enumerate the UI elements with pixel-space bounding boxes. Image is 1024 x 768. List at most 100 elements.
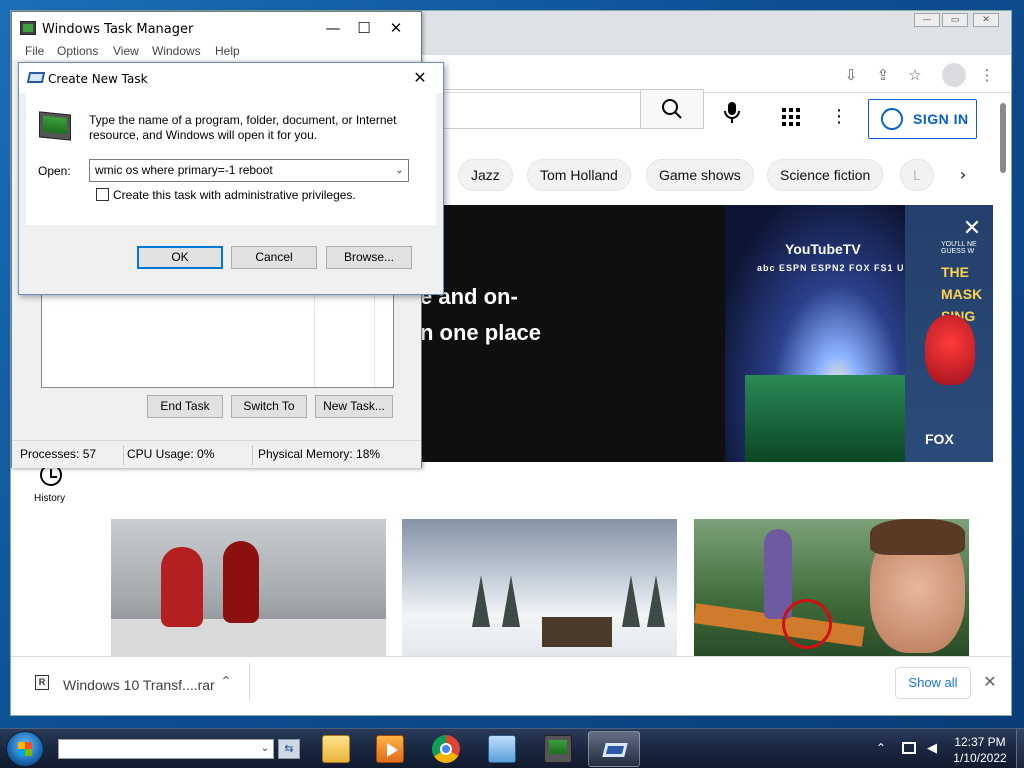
download-file-name[interactable]: Windows 10 Transf....rar: [63, 677, 215, 693]
share-icon[interactable]: ⇪: [873, 65, 893, 85]
minimize-button[interactable]: —: [318, 17, 348, 39]
folder-icon: [322, 735, 350, 763]
video-thumbnail[interactable]: [694, 519, 969, 657]
youtube-search-button[interactable]: [640, 89, 704, 129]
browse-button[interactable]: Browse...: [326, 246, 412, 269]
clock-time[interactable]: 12:37 PM: [950, 735, 1010, 749]
create-new-task-dialog: Create New Task ✕ Type the name of a pro…: [18, 62, 444, 295]
menu-help[interactable]: Help: [215, 44, 240, 58]
media-player-icon: [376, 735, 404, 763]
chevron-up-icon[interactable]: ⌃: [874, 741, 888, 757]
taskbar-app-chrome[interactable]: [420, 731, 472, 767]
taskbar-app-run-dialog[interactable]: [588, 731, 640, 767]
task-manager-titlebar[interactable]: Windows Task Manager — ☐ ✕: [12, 12, 421, 42]
clock-date[interactable]: 1/10/2022: [950, 751, 1010, 765]
task-manager-menubar: File Options View Windows Help: [12, 42, 421, 60]
menu-windows[interactable]: Windows: [152, 44, 201, 58]
youtube-tv-banner[interactable]: e and on- n one place YouTubeTV abc ESPN…: [420, 205, 993, 462]
open-command-input[interactable]: wmic os where primary=-1 reboot: [89, 159, 409, 182]
microphone-icon[interactable]: [719, 99, 745, 125]
install-app-icon[interactable]: ⇩: [841, 65, 861, 85]
browser-minimize-button[interactable]: —: [914, 13, 940, 27]
run-icon: [601, 736, 629, 764]
banner-close-icon[interactable]: ✕: [960, 217, 984, 241]
profile-avatar-icon[interactable]: [942, 63, 966, 87]
thumbnail-hair: [870, 519, 965, 555]
chevron-right-icon[interactable]: ›: [953, 165, 973, 185]
switch-to-button[interactable]: Switch To: [231, 395, 307, 418]
thumbnail-person: [764, 529, 792, 619]
browser-close-button[interactable]: ✕: [973, 13, 999, 27]
show-desktop-button[interactable]: [1016, 729, 1024, 768]
start-button[interactable]: [6, 731, 44, 767]
more-options-icon[interactable]: ⋮: [827, 105, 851, 129]
run-icon: [26, 72, 46, 83]
chevron-down-icon[interactable]: ⌄: [391, 160, 408, 181]
chip-game-shows[interactable]: Game shows: [646, 159, 754, 191]
thumbnail-circle-highlight: [782, 599, 832, 649]
admin-privileges-label[interactable]: Create this task with administrative pri…: [113, 188, 356, 202]
video-thumbnail[interactable]: [111, 519, 386, 657]
open-label: Open:: [38, 164, 71, 178]
taskbar-app-control-panel[interactable]: [476, 731, 528, 767]
chip-tom-holland[interactable]: Tom Holland: [527, 159, 631, 191]
menu-file[interactable]: File: [25, 44, 44, 58]
mask-character: [925, 315, 975, 385]
taskbar-address-input[interactable]: [58, 739, 274, 759]
browser-restore-button[interactable]: ▭: [942, 13, 968, 27]
new-task-button[interactable]: New Task...: [315, 395, 393, 418]
thumbnail-wall: [111, 619, 386, 657]
chevron-up-icon[interactable]: ⌃: [217, 674, 235, 692]
end-task-button[interactable]: End Task: [147, 395, 223, 418]
thumbnail-tree: [502, 575, 520, 627]
cpu-usage: CPU Usage: 0%: [127, 447, 215, 461]
chip-jazz[interactable]: Jazz: [458, 159, 513, 191]
chip-science-fiction[interactable]: Science fiction: [767, 159, 884, 191]
task-manager-statusbar: Processes: 57 CPU Usage: 0% Physical Mem…: [12, 440, 421, 468]
network-icon[interactable]: [902, 742, 916, 754]
list-column-divider: [374, 293, 375, 387]
cancel-button[interactable]: Cancel: [231, 246, 317, 269]
menu-options[interactable]: Options: [57, 44, 98, 58]
browser-scrollbar-thumb[interactable]: [1000, 103, 1006, 173]
download-divider: [249, 663, 250, 701]
banner-line-2: n one place: [420, 320, 542, 345]
apps-grid-icon[interactable]: [779, 105, 803, 129]
thumbnail-figure: [223, 541, 259, 623]
masked-singer-image: THE MASK SING YOU'LL NE GUESS W FOX: [905, 205, 993, 462]
ok-button[interactable]: OK: [137, 246, 223, 269]
task-manager-icon: [39, 111, 71, 141]
video-thumbnail[interactable]: [402, 519, 677, 657]
show-all-button[interactable]: Show all: [895, 667, 971, 699]
dialog-title: Create New Task: [48, 72, 148, 86]
close-icon[interactable]: ✕: [981, 673, 999, 691]
chrome-icon: [432, 735, 460, 763]
menu-view[interactable]: View: [113, 44, 139, 58]
youtube-search-input[interactable]: [421, 89, 641, 129]
admin-privileges-checkbox[interactable]: [96, 188, 109, 201]
close-button[interactable]: ✕: [381, 17, 411, 39]
maximize-button[interactable]: ☐: [349, 17, 379, 39]
dialog-titlebar[interactable]: Create New Task ✕: [19, 63, 443, 93]
bookmark-star-icon[interactable]: ☆: [905, 65, 925, 85]
processes-count: Processes: 57: [20, 447, 97, 461]
taskbar-app-task-manager[interactable]: [532, 731, 584, 767]
control-panel-icon: [488, 735, 516, 763]
thumbnail-tree: [472, 575, 490, 627]
go-arrow-icon[interactable]: ⇆: [278, 739, 300, 759]
sign-in-button[interactable]: SIGN IN: [868, 99, 977, 139]
history-label[interactable]: History: [34, 493, 65, 504]
volume-icon[interactable]: ◀: [924, 741, 940, 757]
taskbar-app-media-player[interactable]: [364, 731, 416, 767]
account-icon: [881, 108, 903, 130]
download-bar: R Windows 10 Transf....rar ⌃ Show all ✕: [11, 656, 1011, 706]
thumbnail-tree: [647, 575, 665, 627]
dialog-close-button[interactable]: ✕: [407, 66, 433, 90]
chip-partial[interactable]: L: [900, 159, 934, 191]
chevron-down-icon[interactable]: ⌄: [258, 741, 272, 757]
taskbar-app-file-explorer[interactable]: [310, 731, 362, 767]
chrome-menu-icon[interactable]: ⋮: [977, 65, 997, 85]
network-logos: abc ESPN ESPN2 FOX FS1 U: [757, 263, 905, 273]
applications-list[interactable]: [41, 292, 394, 388]
task-manager-icon: [20, 21, 36, 35]
